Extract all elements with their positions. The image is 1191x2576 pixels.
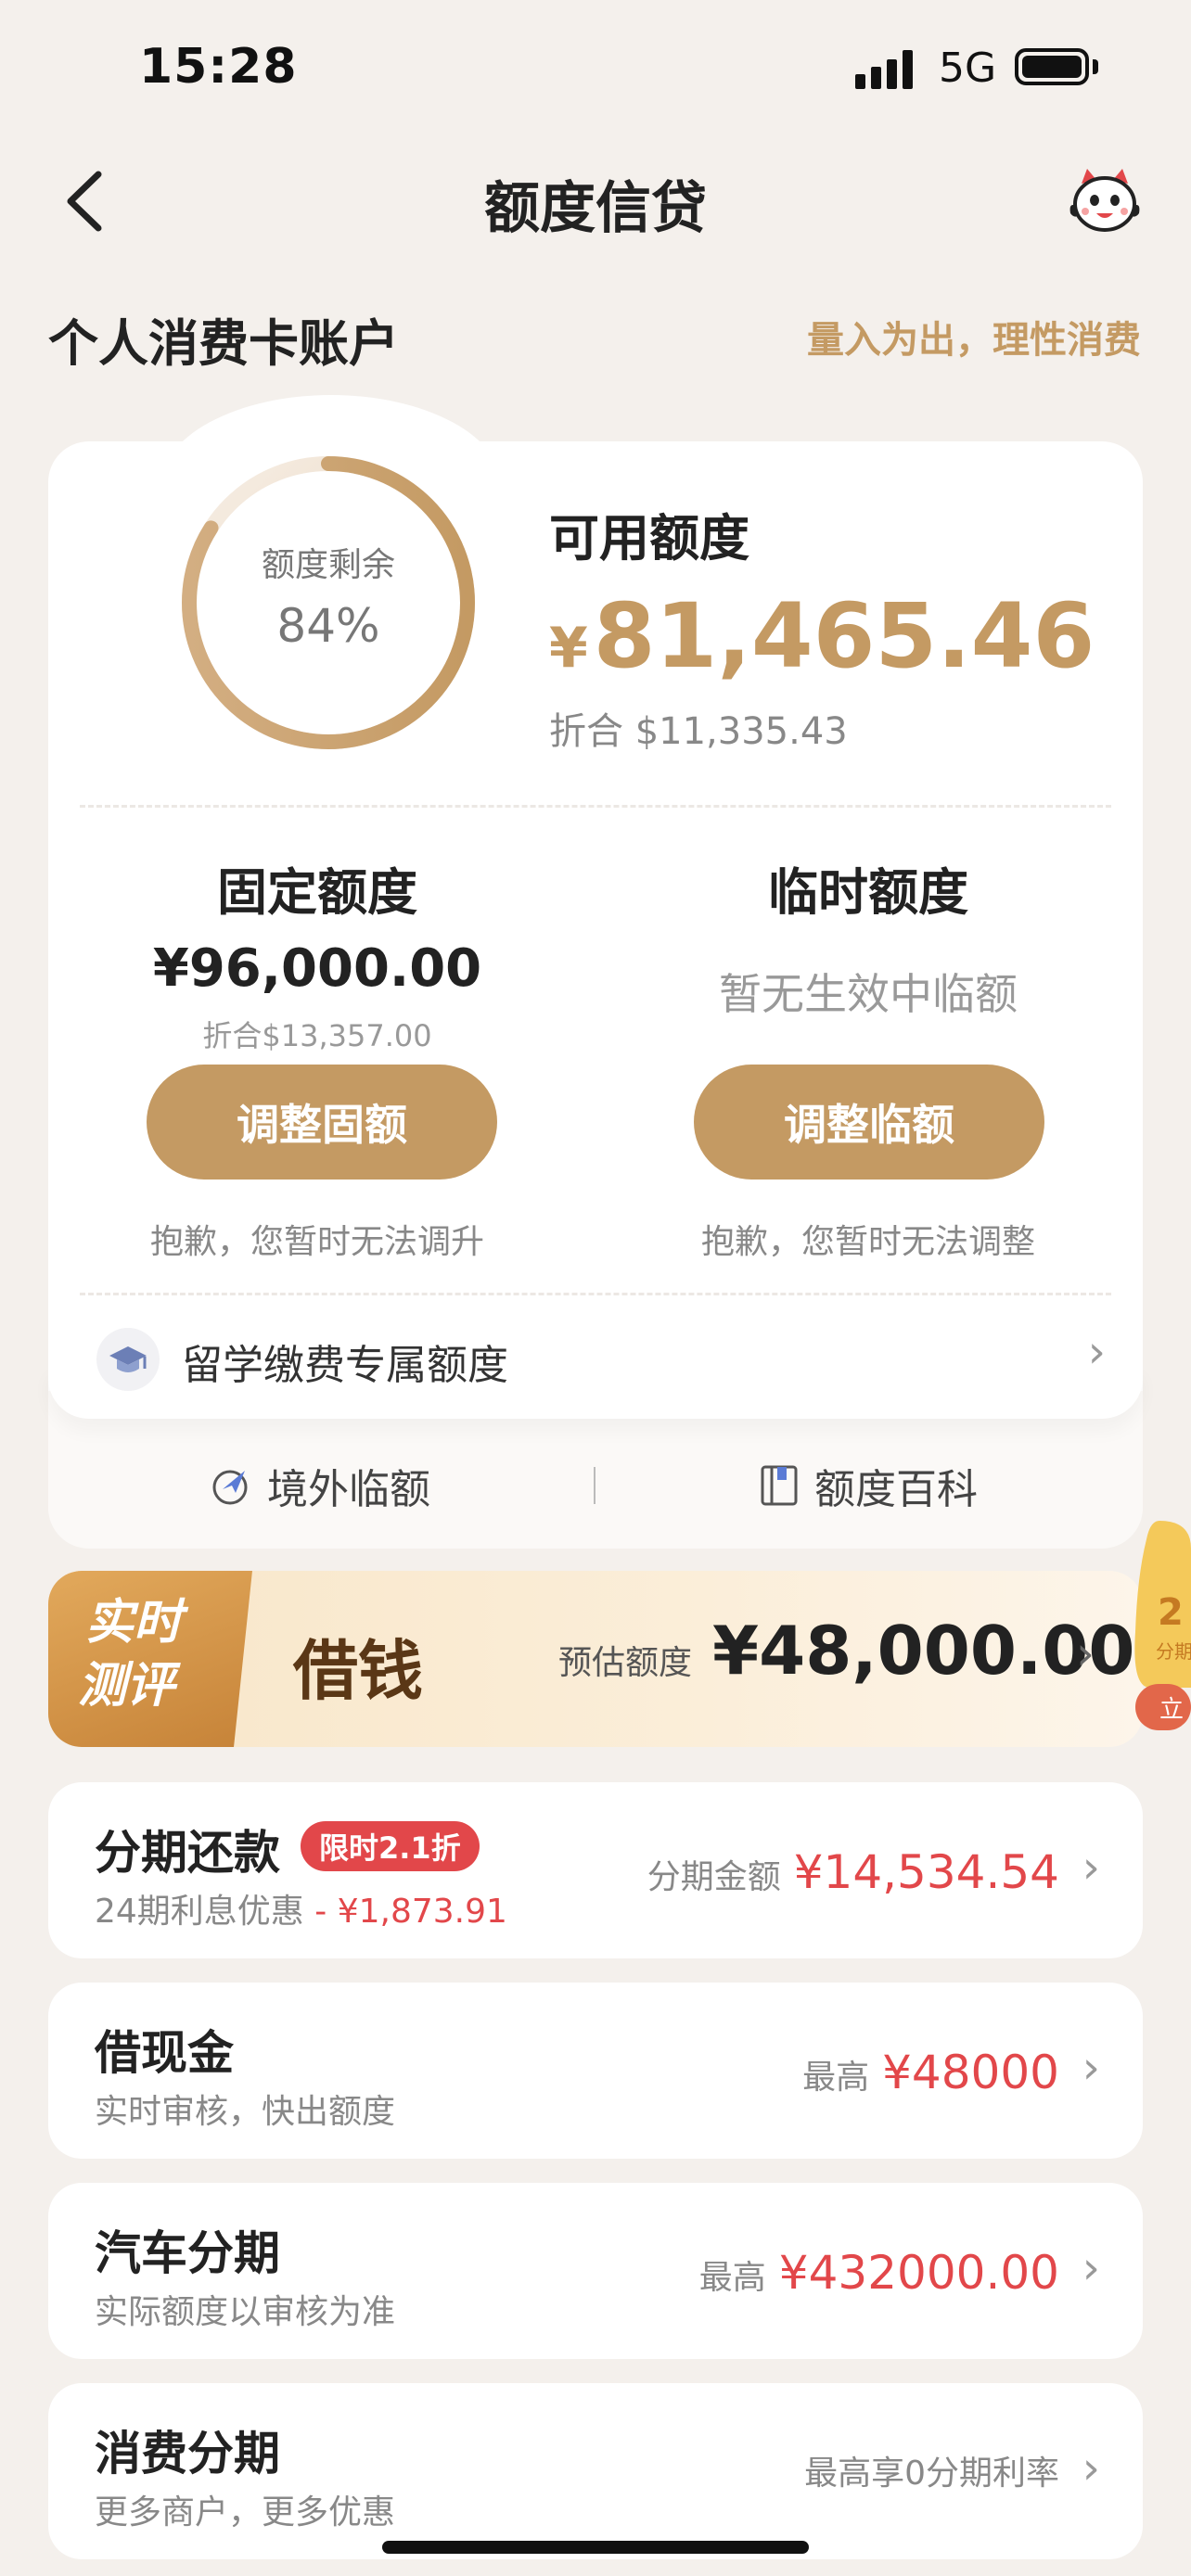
cash-loan-card[interactable]: 借现金 实时审核，快出额度 最高 ¥48000 ›: [48, 1983, 1143, 2159]
installment-sub-text: 24期利息优惠: [95, 1893, 304, 1931]
plane-globe-icon: [212, 1470, 248, 1505]
installment-amount: ¥14,534.54: [793, 1845, 1059, 1899]
installment-subtitle: 24期利息优惠 - ¥1,873.91: [95, 1884, 507, 1932]
chevron-right-icon: ›: [1082, 2242, 1100, 2294]
cash-loan-amount-group: 最高 ¥48000: [802, 2046, 1059, 2099]
car-installment-amount: ¥432000.00: [778, 2246, 1059, 2300]
home-indicator: [382, 2541, 809, 2554]
cash-loan-amount: ¥48000: [882, 2046, 1059, 2099]
mascot-service-icon[interactable]: [1065, 165, 1145, 236]
network-type: 5G: [939, 45, 997, 92]
overseas-link-label: 境外临额: [267, 1466, 430, 1513]
installment-amount-group: 分期金额 ¥14,534.54: [647, 1845, 1059, 1899]
consumer-installment-subtitle: 更多商户，更多优惠: [95, 2493, 396, 2531]
consumer-installment-card[interactable]: 消费分期 更多商户，更多优惠 最高享0分期利率 ›: [48, 2383, 1143, 2559]
available-limit-amount: ¥81,465.46: [549, 584, 1095, 688]
signal-icon: [855, 48, 915, 89]
svg-text:分期: 分期: [1156, 1640, 1191, 1663]
encyclopedia-link-label: 额度百科: [814, 1466, 978, 1513]
page-title: 额度信贷: [484, 176, 707, 241]
installment-amount-label: 分期金额: [647, 1858, 781, 1896]
status-time: 15:28: [139, 39, 298, 95]
link-separator: [594, 1467, 596, 1504]
battery-tip: [1093, 59, 1098, 74]
account-title: 个人消费卡账户: [48, 314, 399, 373]
book-icon: [761, 1465, 798, 1506]
chevron-right-icon: ›: [1082, 2442, 1100, 2494]
ring-label: 额度剩余: [261, 546, 395, 584]
borrow-money-title: 借钱: [293, 1632, 423, 1709]
installment-title: 分期还款: [95, 1826, 280, 1880]
currency-symbol: ¥: [549, 616, 588, 681]
temp-limit-title: 临时额度: [768, 863, 968, 922]
chevron-right-icon: ›: [1082, 1842, 1100, 1894]
svg-text:立: 立: [1159, 1696, 1184, 1724]
graduation-cap-icon: [96, 1328, 160, 1391]
car-installment-card[interactable]: 汽车分期 实际额度以审核为准 最高 ¥432000.00 ›: [48, 2183, 1143, 2359]
available-amount-value: 81,465.46: [593, 584, 1095, 688]
cash-loan-amount-label: 最高: [802, 2059, 870, 2097]
estimate-amount: ¥48,000.00: [712, 1612, 1135, 1690]
cash-loan-title: 借现金: [95, 2026, 234, 2080]
available-limit-label: 可用额度: [549, 509, 749, 567]
fixed-limit-note: 抱歉，您暂时无法调升: [149, 1223, 484, 1261]
temp-limit-note: 抱歉，您暂时无法调整: [700, 1223, 1035, 1261]
temp-limit-status: 暂无生效中临额: [719, 969, 1018, 1019]
cash-loan-subtitle: 实时审核，快出额度: [95, 2093, 396, 2131]
borrow-money-banner[interactable]: 实时 测评 借钱 预估额度 ¥48,000.00 ›: [48, 1571, 1143, 1747]
estimate-label: 预估额度: [558, 1644, 693, 1682]
floating-coupon-widget[interactable]: 2 分期 立: [1132, 1521, 1191, 1743]
consumer-installment-promo-text: 最高享0分期利率: [804, 2455, 1059, 2493]
adjust-fixed-limit-button[interactable]: 调整固额: [147, 1065, 497, 1180]
fixed-limit-title: 固定额度: [217, 863, 417, 922]
study-abroad-label: 留学缴费专属额度: [182, 1342, 508, 1389]
car-installment-subtitle: 实际额度以审核为准: [95, 2293, 396, 2331]
dashed-divider: [80, 805, 1111, 808]
car-installment-amount-label: 最高: [698, 2259, 766, 2297]
interest-discount: - ¥1,873.91: [314, 1893, 507, 1931]
realtime-assessment-tag-text: 实时 测评: [78, 1591, 243, 1717]
svg-text:2: 2: [1158, 1591, 1184, 1634]
discount-badge: 限时2.1折: [301, 1821, 480, 1871]
ring-percent: 84%: [276, 599, 380, 653]
consumer-installment-title: 消费分期: [95, 2427, 280, 2480]
installment-repayment-card[interactable]: 分期还款 限时2.1折 24期利息优惠 - ¥1,873.91 分期金额 ¥14,…: [48, 1782, 1143, 1958]
tag-line-2: 测评: [78, 1658, 175, 1714]
chevron-right-icon: ›: [1076, 1626, 1095, 1680]
available-limit-usd: 折合 $11,335.43: [549, 710, 848, 753]
car-installment-amount-group: 最高 ¥432000.00: [699, 2246, 1059, 2300]
slogan-text: 量入为出，理性消费: [807, 319, 1141, 362]
overseas-temp-limit-link[interactable]: 境外临额: [208, 1456, 430, 1515]
fixed-limit-amount: ¥96,000.00: [152, 938, 482, 999]
tag-line-1: 实时: [85, 1595, 183, 1651]
car-installment-title: 汽车分期: [95, 2226, 280, 2280]
fixed-limit-usd: 折合$13,357.00: [202, 1018, 432, 1053]
study-abroad-limit-row[interactable]: 留学缴费专属额度 ›: [48, 1294, 1143, 1424]
adjust-temp-limit-button[interactable]: 调整临额: [694, 1065, 1044, 1180]
battery-icon: [1015, 48, 1089, 85]
chevron-right-icon: ›: [1087, 1326, 1106, 1378]
limit-encyclopedia-link[interactable]: 额度百科: [759, 1456, 978, 1515]
consumer-installment-promo: 最高享0分期利率: [804, 2446, 1059, 2494]
chevron-right-icon: ›: [1082, 2042, 1100, 2094]
